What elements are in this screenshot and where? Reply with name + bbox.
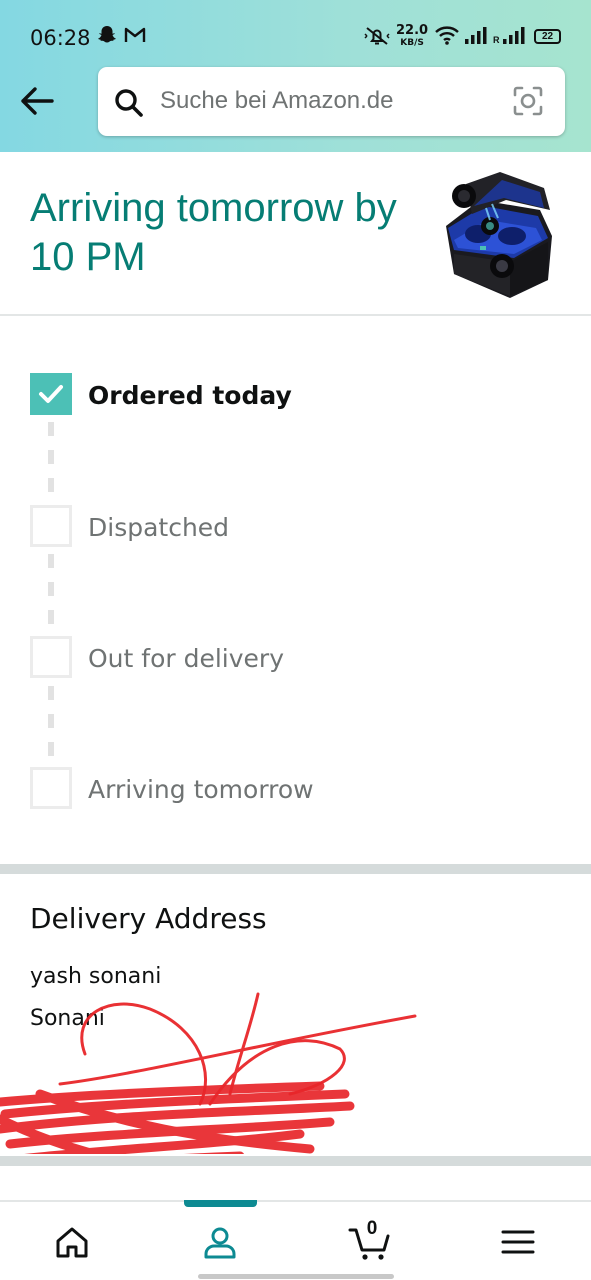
- wifi-icon: [434, 24, 460, 51]
- cart-count-badge: 0: [366, 1218, 378, 1239]
- arrival-section: Arriving tomorrow by 10 PM: [0, 152, 591, 316]
- status-bar: 06:28 22.0 KB/S R 22: [0, 0, 591, 70]
- tracker-step-label: Arriving tomorrow: [88, 775, 314, 804]
- account-icon: [204, 1227, 236, 1259]
- tracker-step-label: Out for delivery: [88, 644, 284, 673]
- net-speed-unit: KB/S: [400, 38, 424, 48]
- tracker-step-label: Dispatched: [88, 513, 230, 542]
- tracker-step-out-for-delivery: Out for delivery: [30, 636, 550, 678]
- net-speed-value: 22.0: [396, 23, 429, 38]
- back-button[interactable]: [18, 84, 56, 118]
- checkbox-checked-icon: [30, 373, 72, 415]
- nav-menu[interactable]: [478, 1202, 558, 1280]
- nav-account[interactable]: [180, 1202, 260, 1280]
- mute-icon: [363, 24, 391, 53]
- shipment-tracker: Ordered today Dispatched Out for deliver…: [0, 318, 591, 864]
- roaming-indicator: R: [493, 35, 500, 45]
- tracker-step-label: Ordered today: [88, 381, 292, 410]
- checkbox-empty-icon: [30, 505, 72, 547]
- signal-icon: [464, 24, 488, 51]
- checkbox-empty-icon: [30, 636, 72, 678]
- tracker-step-arriving: Arriving tomorrow: [30, 767, 550, 809]
- checkbox-empty-icon: [30, 767, 72, 809]
- snapchat-icon: [96, 24, 118, 51]
- camera-search-icon[interactable]: [512, 85, 544, 122]
- battery-icon: 22: [534, 29, 561, 44]
- home-icon: [56, 1227, 88, 1258]
- signal-icon-2: [502, 24, 526, 51]
- product-image[interactable]: [440, 170, 554, 298]
- section-divider: [0, 864, 591, 874]
- delivery-address-section: Delivery Address yash sonani Sonani: [0, 874, 591, 1156]
- tracker-connector: [48, 554, 54, 634]
- search-input[interactable]: [160, 81, 500, 121]
- tracker-step-dispatched: Dispatched: [30, 505, 550, 547]
- search-icon[interactable]: [114, 88, 144, 123]
- tracker-connector: [48, 422, 54, 502]
- status-time: 06:28: [30, 26, 91, 50]
- delivery-address-title: Delivery Address: [30, 902, 267, 935]
- nav-cart[interactable]: 0: [336, 1202, 416, 1280]
- menu-icon: [501, 1230, 535, 1254]
- nav-home[interactable]: [32, 1202, 112, 1280]
- gmail-icon: [124, 24, 146, 51]
- search-bar[interactable]: [98, 67, 565, 136]
- gesture-bar[interactable]: [198, 1274, 394, 1279]
- back-arrow-icon: [21, 87, 54, 115]
- tracker-step-ordered: Ordered today: [30, 373, 550, 415]
- arrival-title: Arriving tomorrow by 10 PM: [30, 186, 397, 279]
- app-header: 06:28 22.0 KB/S R 22: [0, 0, 591, 152]
- tracker-connector: [48, 686, 54, 766]
- bottom-navigation: 0: [0, 1200, 591, 1280]
- section-divider: [0, 1156, 591, 1166]
- redaction-scribble: [0, 992, 417, 1154]
- net-speed: 22.0 KB/S: [396, 23, 429, 49]
